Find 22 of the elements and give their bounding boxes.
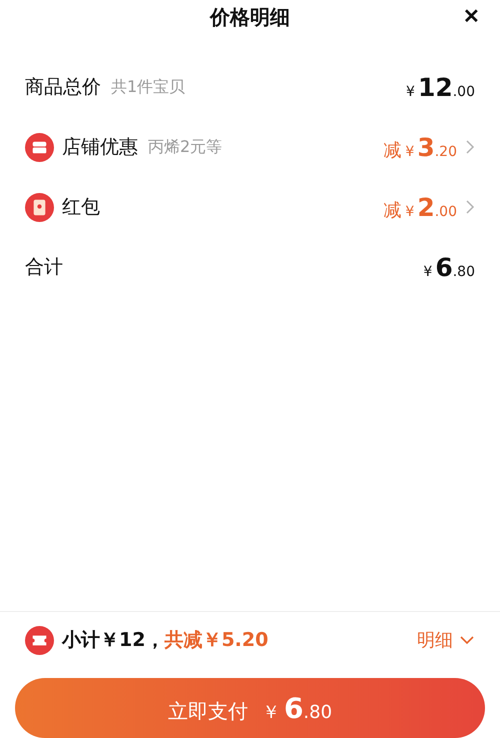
chevron-right-icon[interactable] <box>465 139 475 155</box>
close-button[interactable]: ✕ <box>463 4 480 29</box>
row-note: 丙烯2元等 <box>148 136 222 158</box>
saving-text: 共减￥5.20 <box>164 628 268 653</box>
ticket-icon <box>25 626 54 654</box>
chevron-down-icon <box>459 635 475 645</box>
subtotal-text: 小计￥12， <box>62 628 164 653</box>
row-note: 共1件宝贝 <box>111 76 186 98</box>
row-label: 红包 <box>62 195 100 220</box>
price: 减 ¥2.00 <box>383 192 457 222</box>
row-label: 店铺优惠 <box>62 135 138 160</box>
details-toggle[interactable]: 明细 <box>417 628 475 652</box>
price: 减 ¥3.20 <box>383 132 457 162</box>
row-label: 商品总价 <box>25 75 101 100</box>
row-label: 合计 <box>25 255 63 280</box>
shop-icon <box>25 132 54 162</box>
envelope-icon <box>25 192 54 222</box>
dialog-title: 价格明细 <box>210 4 290 30</box>
price: ¥12.00 <box>406 72 475 102</box>
chevron-right-icon[interactable] <box>465 199 475 215</box>
pay-button[interactable]: 立即支付 ￥6.80 <box>15 678 485 738</box>
price: ¥6.80 <box>423 252 475 282</box>
